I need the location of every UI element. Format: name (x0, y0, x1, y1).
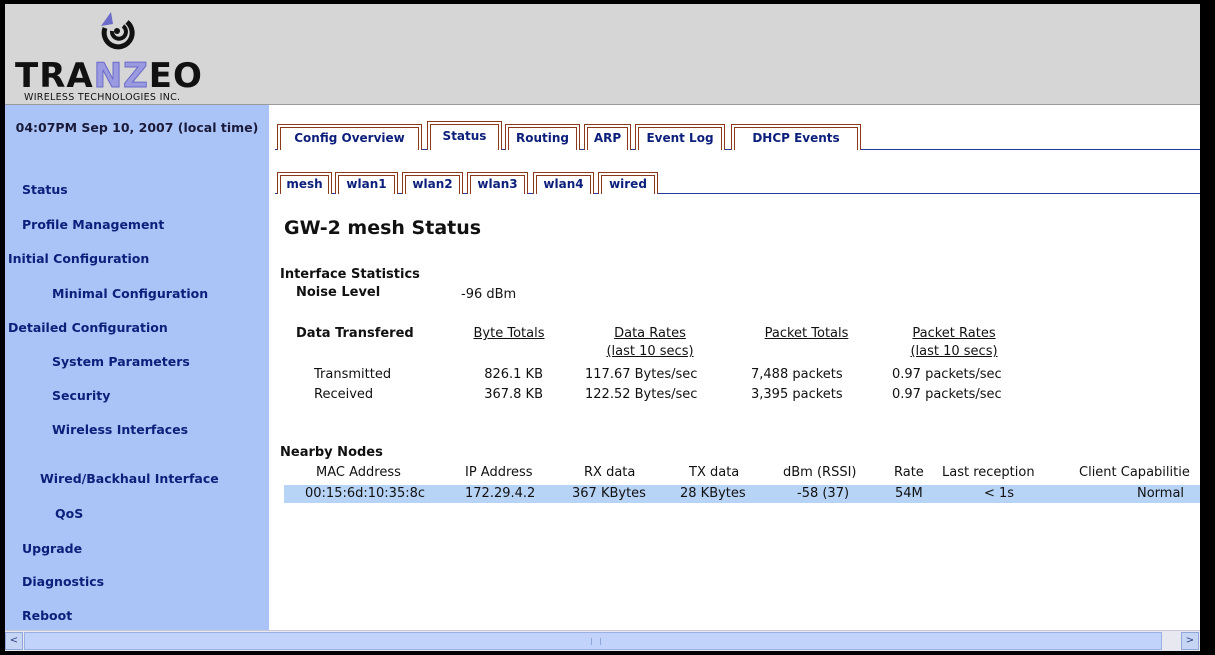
received-packets: 3,395 packets (751, 387, 843, 402)
page-title: GW-2 mesh Status (284, 217, 482, 239)
transmitted-label: Transmitted (314, 367, 392, 382)
horizontal-scrollbar[interactable]: < > (5, 630, 1200, 651)
data-rates-header: Data Rates (614, 326, 686, 341)
sidebar-item-profile-management[interactable]: Profile Management (22, 217, 164, 232)
node-last-reception: < 1s (984, 486, 1015, 501)
node-client-capabilities: Normal (1137, 486, 1185, 501)
tab-dhcp-events[interactable]: DHCP Events (731, 124, 861, 150)
interface-stats-heading: Interface Statistics (280, 267, 420, 282)
node-rssi: -58 (37) (797, 486, 850, 501)
sidebar-item-reboot[interactable]: Reboot (22, 608, 72, 623)
sidebar-item-upgrade[interactable]: Upgrade (22, 541, 82, 556)
clock-display: 04:07PM Sep 10, 2007 (local time) (15, 120, 259, 135)
sidebar-item-wired-backhaul-interface[interactable]: Wired/Backhaul Interface (40, 471, 219, 486)
sidebar-item-security[interactable]: Security (52, 388, 110, 403)
transmitted-packets: 7,488 packets (751, 367, 843, 382)
scroll-right-icon[interactable]: > (1181, 632, 1199, 650)
packet-totals-header: Packet Totals (764, 326, 849, 341)
sidebar-item-status[interactable]: Status (22, 182, 68, 197)
col-rx-data: RX data (584, 465, 636, 480)
sidebar-item-initial-configuration[interactable]: Initial Configuration (8, 251, 149, 266)
browser-frame: TRANZEO WIRELESS TECHNOLOGIES INC. 04:07… (5, 4, 1200, 651)
tab-arp[interactable]: ARP (584, 124, 631, 150)
grip-icon (591, 638, 601, 645)
brand-wordmark: TRANZEO (15, 56, 203, 96)
brand-tagline: WIRELESS TECHNOLOGIES INC. (24, 92, 181, 103)
packet-rates-subheader: (last 10 secs) (910, 344, 998, 359)
tab-config-overview[interactable]: Config Overview (277, 124, 422, 150)
transmitted-rate: 117.67 Bytes/sec (585, 367, 698, 382)
brand-logo: TRANZEO WIRELESS TECHNOLOGIES INC. (15, 12, 265, 103)
subtab-mesh[interactable]: mesh (277, 172, 332, 194)
col-tx-data: TX data (689, 465, 740, 480)
sidebar-item-system-parameters[interactable]: System Parameters (52, 354, 190, 369)
node-ip: 172.29.4.2 (465, 486, 536, 501)
nearby-nodes-heading: Nearby Nodes (280, 445, 383, 460)
sidebar: 04:07PM Sep 10, 2007 (local time) Status… (5, 105, 269, 630)
col-ip-address: IP Address (465, 465, 533, 480)
node-tx: 28 KBytes (680, 486, 746, 501)
header-bar: TRANZEO WIRELESS TECHNOLOGIES INC. (5, 4, 1200, 105)
antenna-logo-icon (101, 12, 135, 50)
received-label: Received (314, 387, 374, 402)
transmitted-bytes: 826.1 KB (484, 367, 543, 382)
subtab-wlan3[interactable]: wlan3 (467, 172, 528, 194)
tab-status[interactable]: Status (427, 121, 502, 150)
data-rates-subheader: (last 10 secs) (606, 344, 694, 359)
node-rate: 54M (895, 486, 923, 501)
col-client-capabilities: Client Capabilitie (1079, 465, 1190, 480)
node-mac: 00:15:6d:10:35:8c (305, 486, 426, 501)
sidebar-item-wireless-interfaces[interactable]: Wireless Interfaces (52, 422, 188, 437)
byte-totals-header: Byte Totals (473, 326, 545, 341)
scroll-left-icon[interactable]: < (5, 632, 23, 650)
tab-routing[interactable]: Routing (505, 124, 580, 150)
noise-level-label: Noise Level (296, 285, 381, 300)
col-mac-address: MAC Address (316, 465, 401, 480)
col-rssi: dBm (RSSI) (783, 465, 857, 480)
primary-tab-bar: Config Overview Status Routing ARP Event… (275, 119, 1200, 150)
subtab-wlan1[interactable]: wlan1 (335, 172, 398, 194)
packet-rates-header: Packet Rates (912, 326, 996, 341)
transmitted-packet-rate: 0.97 packets/sec (892, 367, 1002, 382)
subtab-wlan4[interactable]: wlan4 (533, 172, 594, 194)
main-content: Config Overview Status Routing ARP Event… (269, 105, 1200, 630)
received-packet-rate: 0.97 packets/sec (892, 387, 1002, 402)
noise-level-value: -96 dBm (461, 287, 517, 302)
col-last-reception: Last reception (942, 465, 1035, 480)
sidebar-item-minimal-configuration[interactable]: Minimal Configuration (52, 286, 208, 301)
sidebar-item-detailed-configuration[interactable]: Detailed Configuration (8, 320, 168, 335)
data-transfered-label: Data Transfered (296, 326, 414, 341)
scrollbar-thumb[interactable] (24, 632, 1162, 650)
tab-event-log[interactable]: Event Log (635, 124, 725, 150)
secondary-tab-bar: mesh wlan1 wlan2 wlan3 wlan4 wired (275, 169, 1200, 194)
col-rate: Rate (894, 465, 924, 480)
sidebar-item-qos[interactable]: QoS (55, 506, 83, 521)
received-rate: 122.52 Bytes/sec (585, 387, 698, 402)
node-rx: 367 KBytes (572, 486, 646, 501)
sidebar-item-diagnostics[interactable]: Diagnostics (22, 574, 104, 589)
subtab-wired[interactable]: wired (598, 172, 658, 194)
received-bytes: 367.8 KB (484, 387, 543, 402)
subtab-wlan2[interactable]: wlan2 (402, 172, 463, 194)
